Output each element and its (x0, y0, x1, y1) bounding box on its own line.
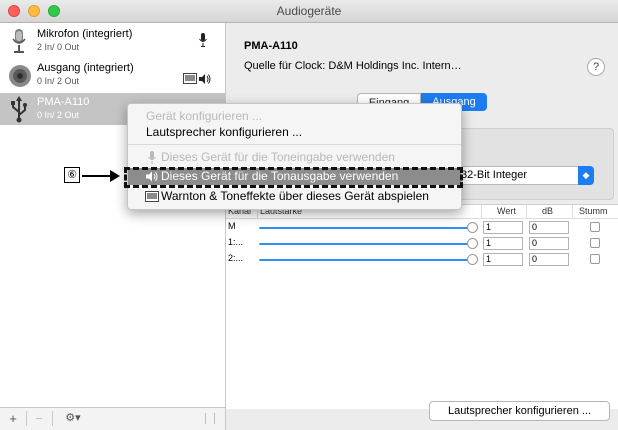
mute-checkbox[interactable] (590, 254, 600, 264)
channel-label: M (228, 221, 236, 231)
value-field[interactable]: 1 (483, 237, 523, 250)
callout-arrow-head-icon (110, 170, 120, 182)
db-field[interactable]: 0 (529, 237, 569, 250)
channel-label: 2:... (228, 253, 244, 263)
volume-slider-track[interactable] (259, 227, 470, 229)
volume-slider-track[interactable] (259, 259, 470, 261)
callout-arrow-line (82, 175, 112, 177)
clock-source: Quelle für Clock: D&M Holdings Inc. Inte… (244, 60, 462, 72)
toolbar-divider (26, 411, 27, 426)
menu-item-label: Lautsprecher konfigurieren ... (146, 125, 303, 139)
system-alert-icon (183, 73, 197, 84)
column-header-db: dB (542, 206, 554, 216)
usb-icon (11, 96, 27, 123)
device-name: Ausgang (integriert) (37, 62, 134, 74)
resize-handle[interactable] (205, 413, 215, 424)
device-name: Mikrofon (integriert) (37, 28, 133, 40)
volume-slider-knob[interactable] (467, 238, 478, 249)
toolbar-divider (52, 411, 53, 426)
annotation-highlight-box (124, 167, 463, 188)
menu-separator (128, 144, 461, 145)
device-list: Mikrofon (integriert) 2 In/ 0 Out Ausgan… (0, 23, 226, 430)
device-item-output[interactable]: Ausgang (integriert) 0 In/ 2 Out (0, 59, 225, 91)
help-button[interactable]: ? (587, 58, 605, 76)
column-divider (526, 205, 527, 218)
menu-item-label: Gerät konfigurieren ... (146, 109, 263, 123)
value-field[interactable]: 1 (483, 253, 523, 266)
title-bar[interactable]: Audiogeräte (0, 0, 618, 23)
volume-slider-track[interactable] (259, 243, 470, 245)
volume-slider-knob[interactable] (467, 222, 478, 233)
table-row: 1:... 1 0 (226, 236, 618, 251)
clock-source-value[interactable]: D&M Holdings Inc. Intern… (328, 60, 461, 72)
column-header-value: Wert (497, 206, 516, 216)
device-detail-pane: PMA-A110 Quelle für Clock: D&M Holdings … (226, 23, 618, 430)
table-row: 2:... 1 0 (226, 252, 618, 267)
device-context-menu: Gerät konfigurieren ... Lautsprecher kon… (127, 103, 462, 210)
device-item-microphone[interactable]: Mikrofon (integriert) 2 In/ 0 Out (0, 25, 225, 57)
mute-checkbox[interactable] (590, 222, 600, 232)
gear-menu-button[interactable]: ⚙▾ (58, 410, 88, 427)
device-name: PMA-A110 (37, 96, 90, 108)
db-field[interactable]: 0 (529, 221, 569, 234)
menu-item-configure-speakers[interactable]: Lautsprecher konfigurieren ... (128, 124, 461, 141)
channel-table: Kanal Lautstärke Wert dB Stumm M 1 0 1:.… (226, 204, 618, 409)
menu-item-label: Dieses Gerät für die Toneingabe verwende… (161, 150, 395, 164)
format-value: 32-Bit Integer (461, 169, 528, 181)
remove-device-button[interactable]: − (30, 410, 48, 427)
microphone-icon (12, 29, 26, 53)
db-field[interactable]: 0 (529, 253, 569, 266)
alert-speaker-icon (145, 191, 159, 202)
device-channels: 0 In/ 2 Out (37, 110, 80, 120)
volume-slider-knob[interactable] (467, 254, 478, 265)
microphone-icon (148, 151, 156, 164)
clock-source-label: Quelle für Clock: (244, 60, 326, 72)
sidebar-toolbar: + − ⚙▾ (0, 407, 225, 430)
device-channels: 2 In/ 0 Out (37, 42, 80, 52)
default-output-icon (199, 74, 211, 84)
menu-item-use-for-input[interactable]: Dieses Gerät für die Toneingabe verwende… (128, 149, 461, 166)
menu-item-configure-device[interactable]: Gerät konfigurieren ... (128, 108, 461, 125)
menu-item-alert-sounds[interactable]: Warnton & Toneffekte über dieses Gerät a… (128, 188, 461, 205)
device-channels: 0 In/ 2 Out (37, 76, 80, 86)
audio-devices-window: Audiogeräte Mikrofon (integriert) 2 In/ … (0, 0, 618, 430)
channel-label: 1:... (228, 237, 244, 247)
configure-speakers-button[interactable]: Lautsprecher konfigurieren ... (429, 401, 610, 421)
mute-checkbox[interactable] (590, 238, 600, 248)
callout-number: ⑥ (64, 167, 80, 183)
default-input-icon (199, 33, 207, 47)
add-device-button[interactable]: + (4, 410, 22, 427)
window-title: Audiogeräte (276, 4, 342, 18)
format-select[interactable]: 32-Bit Integer ◆ (454, 166, 594, 185)
device-title: PMA-A110 (244, 40, 298, 52)
column-divider (481, 205, 482, 218)
column-divider (572, 205, 573, 218)
speaker-icon (9, 65, 31, 87)
table-row: M 1 0 (226, 220, 618, 235)
chevron-updown-icon: ◆ (578, 166, 594, 185)
menu-item-label: Warnton & Toneffekte über dieses Gerät a… (161, 189, 429, 203)
value-field[interactable]: 1 (483, 221, 523, 234)
column-header-mute: Stumm (579, 206, 608, 216)
